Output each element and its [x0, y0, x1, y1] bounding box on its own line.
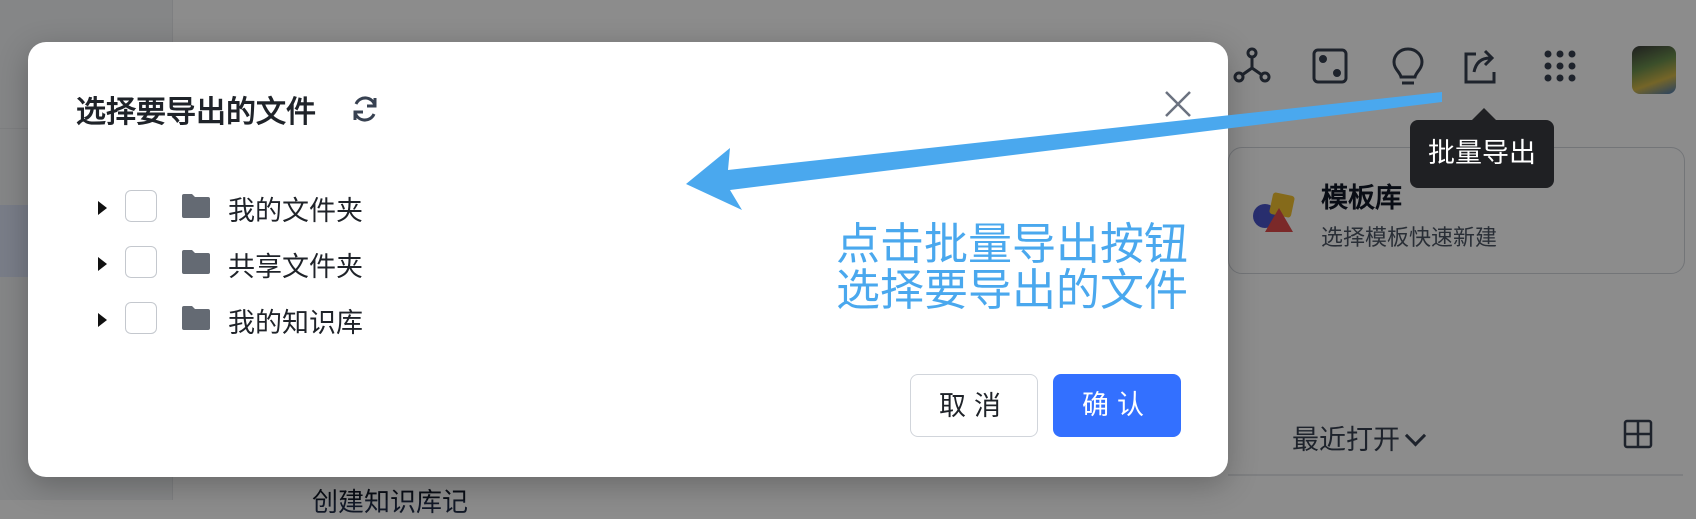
folder-icon — [182, 250, 210, 274]
dialog-title: 选择要导出的文件 — [76, 95, 316, 130]
annotation-line-2: 选择要导出的文件 — [836, 265, 1188, 316]
tree-item-label: 共享文件夹 — [228, 252, 363, 283]
export-dialog: 选择要导出的文件 我的文件夹 共享文件夹 我的知识库 点击批量导出按钮 选择要导… — [28, 42, 1228, 477]
folder-icon — [182, 194, 210, 218]
annotation-text: 点击批量导出按钮 选择要导出的文件 — [808, 222, 1188, 314]
expand-caret-icon[interactable] — [88, 193, 118, 223]
refresh-icon[interactable] — [350, 94, 380, 124]
expand-caret-icon[interactable] — [88, 249, 118, 279]
confirm-button[interactable]: 确认 — [1053, 374, 1181, 437]
tree-item[interactable]: 我的知识库 — [88, 292, 448, 348]
cancel-button[interactable]: 取消 — [910, 374, 1038, 437]
tree-item-label: 我的知识库 — [228, 308, 363, 339]
item-checkbox[interactable] — [125, 190, 157, 222]
expand-caret-icon[interactable] — [88, 305, 118, 335]
folder-icon — [182, 306, 210, 330]
item-checkbox[interactable] — [125, 246, 157, 278]
annotation-line-1: 点击批量导出按钮 — [836, 219, 1188, 270]
close-icon[interactable] — [1156, 82, 1200, 126]
item-checkbox[interactable] — [125, 302, 157, 334]
tree-item[interactable]: 共享文件夹 — [88, 236, 448, 292]
batch-export-tooltip: 批量导出 — [1410, 108, 1554, 188]
tree-item-label: 我的文件夹 — [228, 196, 363, 227]
tree-item[interactable]: 我的文件夹 — [88, 180, 448, 236]
file-tree: 我的文件夹 共享文件夹 我的知识库 — [88, 180, 448, 348]
